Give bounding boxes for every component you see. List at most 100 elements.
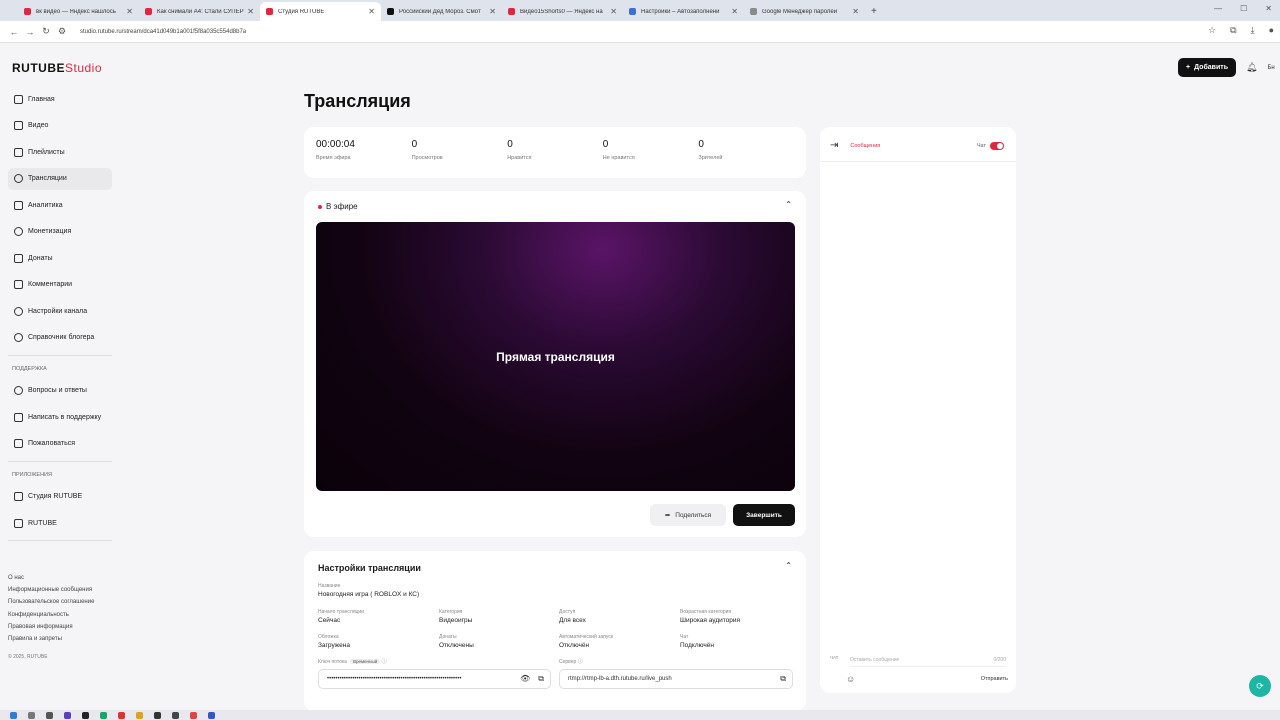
close-icon[interactable]: ✕: [489, 7, 496, 16]
sidebar-item-blogger-guide[interactable]: Справочник блогера: [8, 327, 112, 349]
downloads-icon[interactable]: ⤓: [1251, 25, 1255, 36]
close-icon[interactable]: ✕: [368, 7, 375, 16]
footer-link[interactable]: Пользовательское соглашение: [8, 596, 94, 608]
sidebar-item-studio-app[interactable]: Студия RUTUBE: [8, 486, 112, 508]
extensions-icon[interactable]: ⧉: [1230, 25, 1236, 36]
assistant-icon[interactable]: ⟳: [1249, 675, 1271, 697]
start-icon[interactable]: [10, 711, 17, 719]
close-icon[interactable]: ✕: [610, 7, 617, 16]
browser-tab[interactable]: Google Менеджер паролей ✕: [744, 2, 865, 21]
sidebar-item-broadcasts[interactable]: Трансляции: [8, 167, 112, 190]
close-icon[interactable]: ✕: [731, 7, 738, 16]
site-info-icon[interactable]: ⚙: [54, 26, 70, 37]
emoji-icon[interactable]: ☺: [846, 674, 855, 684]
footer-link[interactable]: О нас: [8, 572, 94, 584]
sidebar-item-channel-settings[interactable]: Настройки канала: [8, 300, 112, 322]
app-icon[interactable]: [82, 711, 89, 719]
mail-icon: [14, 412, 23, 422]
sidebar-item-monetization[interactable]: Монетизация: [8, 221, 112, 243]
apps-section-title: ПРИЛОЖЕНИЯ: [12, 471, 52, 478]
sidebar-item-faq[interactable]: Вопросы и ответы: [8, 380, 112, 402]
rutube-studio-logo[interactable]: RUTUBEStudio: [12, 61, 102, 75]
close-icon[interactable]: ✕: [852, 7, 859, 16]
sidebar-item-rutube-app[interactable]: RUTUBE: [8, 512, 112, 534]
app-icon[interactable]: [100, 711, 107, 719]
bell-icon[interactable]: 🔔︎: [1246, 62, 1257, 73]
reload-icon[interactable]: ↻: [38, 26, 54, 37]
back-icon[interactable]: ←: [6, 27, 22, 37]
sidebar-item-label: Донаты: [28, 254, 53, 262]
field-start: Начало трансляции Сейчас: [318, 609, 364, 624]
browser-tab[interactable]: Настройки – Автозаполнени ✕: [623, 2, 744, 21]
share-button[interactable]: ➦ Поделиться: [650, 504, 726, 526]
add-button[interactable]: + Добавить: [1178, 58, 1236, 77]
collapse-panel-icon[interactable]: ⇥: [830, 140, 838, 151]
footer-link[interactable]: Информационные сообщения: [8, 584, 94, 596]
server-url-field[interactable]: rtmp://rtmp-lb-a.dth.rutube.ru/live_push…: [559, 669, 793, 689]
browser-tab[interactable]: вк видео — Яндекс нашлось ✕: [18, 2, 139, 21]
eye-icon[interactable]: 👁︎: [520, 674, 530, 684]
sidebar-item-comments[interactable]: Комментарии: [8, 274, 112, 296]
sidebar-item-contact-support[interactable]: Написать в поддержку: [8, 406, 112, 428]
field-cover: Обложка Загружена: [318, 634, 350, 649]
send-button[interactable]: Отправить: [981, 676, 1008, 682]
sidebar-item-playlists[interactable]: Плейлисты: [8, 141, 112, 163]
close-icon[interactable]: ✕: [126, 7, 133, 16]
chrome-icon[interactable]: [136, 711, 143, 719]
avatar[interactable]: Бн: [1267, 65, 1274, 71]
info-icon: [14, 333, 23, 342]
chat-message-input[interactable]: Оставить сообщение 0/200: [850, 653, 1006, 667]
sidebar-item-report[interactable]: Пожаловаться: [8, 433, 112, 455]
chevron-up-icon[interactable]: ⌃: [785, 561, 792, 570]
app-icon[interactable]: [172, 711, 179, 719]
video-player[interactable]: Прямая трансляция: [316, 222, 795, 491]
help-icon[interactable]: ⓘ: [578, 659, 583, 665]
stat-value: 0: [411, 139, 418, 150]
profile-icon[interactable]: ●: [1269, 25, 1274, 36]
close-icon[interactable]: ✕: [247, 7, 254, 16]
divider: [8, 354, 112, 356]
playlist-icon: [14, 147, 23, 157]
copy-icon[interactable]: ⧉: [780, 674, 786, 684]
taskview-icon[interactable]: [46, 711, 53, 719]
stat-label: Не нравится: [602, 155, 635, 161]
sidebar-item-label: Справочник блогера: [28, 334, 95, 341]
end-stream-button[interactable]: Завершить: [733, 504, 795, 526]
stat-value: 0: [698, 139, 704, 150]
sidebar-item-analytics[interactable]: Аналитика: [8, 194, 112, 216]
stat-label: Просмотров: [411, 155, 443, 161]
app-icon[interactable]: [190, 711, 197, 719]
copy-icon[interactable]: ⧉: [538, 674, 544, 684]
sidebar-item-label: Главная: [28, 95, 55, 103]
maximize-icon[interactable]: ☐: [1240, 4, 1247, 13]
chat-toggle[interactable]: [990, 142, 1004, 150]
browser-tab[interactable]: Видео15Shorts0 — Яндекс на ✕: [502, 2, 623, 21]
forward-icon[interactable]: →: [22, 27, 38, 37]
browser-tab[interactable]: Российский Дед Мороз. Смот ✕: [381, 2, 502, 21]
bookmark-star-icon[interactable]: ☆: [1208, 25, 1216, 36]
minimize-icon[interactable]: —: [1214, 4, 1222, 13]
field-server-label: Сервер ⓘ: [559, 658, 583, 665]
chevron-up-icon[interactable]: ⌃: [785, 200, 792, 209]
footer-link[interactable]: Правила и запреты: [8, 633, 94, 645]
app-icon[interactable]: [154, 711, 161, 719]
footer-link[interactable]: Правовая информация: [8, 621, 94, 633]
sidebar-item-video[interactable]: Видео: [8, 115, 112, 137]
search-icon[interactable]: [28, 711, 35, 719]
app-icon[interactable]: [208, 711, 215, 719]
sidebar-item-donations[interactable]: Донаты: [8, 247, 112, 269]
sidebar-item-home[interactable]: Главная: [8, 88, 112, 110]
app-icon[interactable]: [64, 711, 71, 719]
stream-key-field[interactable]: ••••••••••••••••••••••••••••••••••••••••…: [318, 669, 551, 689]
close-window-icon[interactable]: ✕: [1265, 4, 1272, 13]
app-icon[interactable]: [118, 711, 125, 719]
chat-tab-messages[interactable]: Сообщения: [850, 143, 880, 149]
help-icon[interactable]: ⓘ: [382, 659, 387, 665]
new-tab-icon[interactable]: +: [871, 6, 877, 17]
footer-link[interactable]: Конфиденциальность: [8, 609, 94, 621]
browser-tab-active[interactable]: Студия RUTUBE ✕: [260, 2, 381, 21]
divider: [8, 540, 112, 541]
browser-tab[interactable]: Как снимали А4: Стали СУПЕР ✕: [139, 2, 260, 21]
sidebar-item-label: Трансляции: [28, 175, 67, 182]
url-field[interactable]: studio.rutube.ru/stream/dca41d049b1a001f…: [80, 29, 246, 35]
